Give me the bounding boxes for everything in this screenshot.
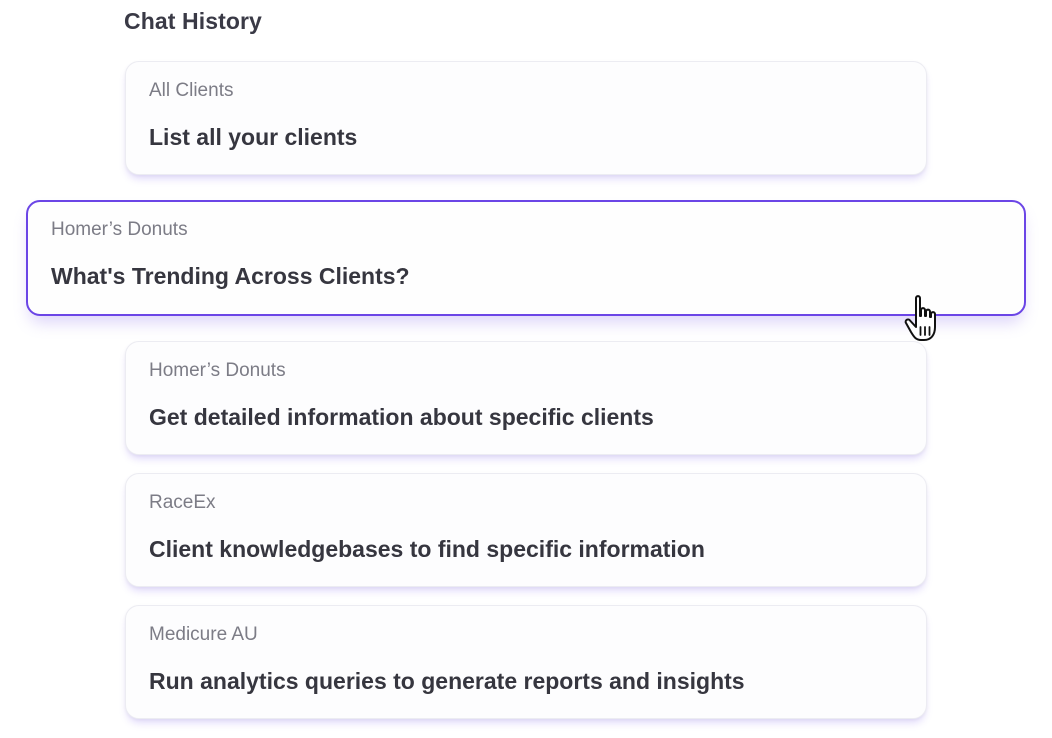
chat-title: Run analytics queries to generate report… [149, 668, 745, 694]
client-name: All Clients [149, 80, 234, 101]
chat-history-item[interactable]: All Clients List all your clients [125, 61, 927, 175]
chat-title: List all your clients [149, 124, 358, 150]
chat-history-item-active[interactable]: Homer’s Donuts What's Trending Across Cl… [26, 200, 1026, 316]
chat-history-item[interactable]: RaceEx Client knowledgebases to find spe… [125, 473, 927, 587]
client-name: RaceEx [149, 492, 216, 513]
client-name: Medicure AU [149, 624, 258, 645]
chat-history-item[interactable]: Medicure AU Run analytics queries to gen… [125, 605, 927, 719]
chat-history-item[interactable]: Homer’s Donuts Get detailed information … [125, 341, 927, 455]
client-name: Homer’s Donuts [149, 360, 286, 381]
page-title: Chat History [124, 8, 262, 34]
chat-title: Get detailed information about specific … [149, 404, 654, 430]
client-name: Homer’s Donuts [51, 219, 188, 240]
chat-title: What's Trending Across Clients? [51, 263, 410, 289]
hand-pointer-icon [904, 295, 936, 341]
chat-title: Client knowledgebases to find specific i… [149, 536, 705, 562]
